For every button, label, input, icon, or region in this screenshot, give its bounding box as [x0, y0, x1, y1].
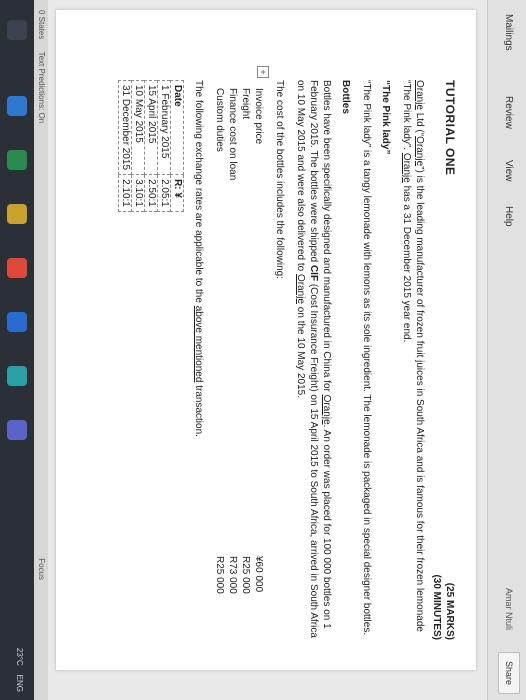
- focus-mode-button[interactable]: Focus: [34, 558, 48, 580]
- table-header-row: Date R: ¥: [170, 80, 184, 212]
- company-link: Oranje: [414, 136, 425, 167]
- cost-label: Finance cost on loan: [227, 88, 238, 181]
- table-cell-date: 31 December 2015: [118, 80, 132, 175]
- column-header-date: Date: [170, 80, 184, 175]
- title-row: TUTORIAL ONE (25 MARKS) (30 MINUTES): [426, 80, 457, 640]
- rates-text-2: transaction.: [193, 382, 204, 437]
- tab-mailings[interactable]: Mailings: [503, 14, 514, 51]
- cif-term: CIF: [308, 264, 319, 282]
- product-paragraph: “The Pink lady” is a tangy lemonade with…: [361, 80, 372, 636]
- language-indicator[interactable]: ENG: [15, 675, 24, 692]
- cost-list: + Invoice price ¥60 000 Freight R25 000 …: [213, 66, 269, 640]
- cost-value: R25 000: [240, 556, 251, 594]
- table-row: 31 December 2015 2.10:1: [118, 80, 132, 212]
- above-mentioned-text: above mentioned: [193, 305, 204, 383]
- company-link: Oranje: [414, 80, 425, 111]
- table-cell-rate: 2.05:1: [157, 174, 171, 212]
- word-icon[interactable]: [7, 312, 27, 332]
- cost-row: Freight R25 000: [239, 80, 252, 640]
- table-cell-rate: 3.10:1: [131, 174, 145, 212]
- cost-label: Freight: [240, 88, 251, 120]
- marks-block: (25 MARKS) (30 MINUTES): [430, 574, 456, 640]
- table-move-handle-icon[interactable]: +: [257, 66, 269, 78]
- company-link: Oranje: [295, 274, 306, 305]
- doc-title: TUTORIAL ONE: [443, 80, 457, 176]
- rates-intro: The following exchange rates are applica…: [192, 80, 205, 640]
- cost-label: Custom duties: [214, 88, 225, 152]
- document-body: TUTORIAL ONE (25 MARKS) (30 MINUTES) Ora…: [118, 66, 457, 640]
- bottles-heading: Bottles: [340, 80, 351, 114]
- chrome-icon[interactable]: [7, 258, 27, 278]
- cost-row: Invoice price ¥60 000: [252, 80, 265, 640]
- intro-text-1: Ltd (“: [414, 110, 425, 137]
- cost-value: R25 000: [214, 556, 225, 594]
- table-cell-rate: 2.10:1: [118, 174, 132, 212]
- rates-text-1: The following exchange rates are applica…: [193, 80, 204, 306]
- tab-review[interactable]: Review: [503, 96, 514, 129]
- user-name: Amar Ntuli: [504, 587, 514, 630]
- bottles-paragraph: Bottles have been specifically designed …: [294, 80, 333, 640]
- bottles-text-1: Bottles have been specifically designed …: [321, 80, 332, 395]
- bottles-text-4: on the 10 May 2015.: [295, 304, 306, 398]
- table-row: 1 February 2015 2.05:1: [157, 80, 171, 212]
- start-icon[interactable]: [7, 20, 27, 40]
- minutes-label: (30 MINUTES): [431, 574, 442, 640]
- taskbar: 23°C ENG: [0, 0, 34, 700]
- ribbon-tab-bar: Mailings Review View Help Amar Ntuli Sha…: [487, 0, 526, 700]
- table-cell-date: 15 April 2015: [144, 80, 158, 175]
- teams-icon[interactable]: [7, 366, 27, 386]
- cost-value: ¥60 000: [253, 556, 264, 593]
- exchange-rate-table: Date R: ¥ 1 February 2015 2.05:1 15 Apri…: [118, 80, 184, 212]
- word-window: Mailings Review View Help Amar Ntuli Sha…: [0, 0, 526, 700]
- share-button[interactable]: Share: [498, 651, 520, 694]
- edge-browser-icon[interactable]: [7, 96, 27, 116]
- cost-row: Finance cost on loan R73 000: [226, 80, 239, 640]
- tab-view[interactable]: View: [503, 160, 514, 182]
- product-heading: “The Pink lady”: [380, 80, 391, 155]
- table-cell-rate: 2.50:1: [144, 174, 158, 212]
- cost-row: Custom duties R25 000: [213, 80, 226, 640]
- table-cell-date: 1 February 2015: [157, 80, 171, 175]
- weather-temp[interactable]: 23°C: [15, 648, 24, 666]
- tab-help[interactable]: Help: [503, 206, 514, 227]
- intro-paragraph: Oranje Ltd (“Oranje”) is the leading man…: [400, 80, 426, 640]
- cost-value: R73 000: [227, 556, 238, 594]
- settings-icon[interactable]: [7, 420, 27, 440]
- table-row: 15 April 2015 2.50:1: [144, 80, 158, 212]
- marks-label: (25 MARKS): [444, 582, 455, 640]
- table-row: 10 May 2015 3.10:1: [131, 80, 145, 212]
- column-header-rate: R: ¥: [170, 174, 184, 212]
- document-page[interactable]: TUTORIAL ONE (25 MARKS) (30 MINUTES) Ora…: [56, 10, 476, 670]
- status-left: 0 States: [37, 10, 46, 40]
- excel-icon[interactable]: [7, 150, 27, 170]
- system-tray: 23°C ENG: [15, 648, 24, 692]
- intro-text-3: has a 31 December 2015 year end.: [401, 182, 412, 343]
- table-cell-date: 10 May 2015: [131, 80, 145, 175]
- company-link: Oranje: [321, 394, 332, 425]
- status-bar: 0 States Text Predictions: On Focus: [34, 0, 48, 700]
- text-predictions-status[interactable]: Text Predictions: On: [37, 52, 46, 124]
- file-explorer-icon[interactable]: [7, 204, 27, 224]
- cost-intro: The cost of the bottles includes the fol…: [274, 80, 285, 280]
- cost-label: Invoice price: [253, 88, 264, 145]
- company-link: Oranje: [401, 152, 412, 183]
